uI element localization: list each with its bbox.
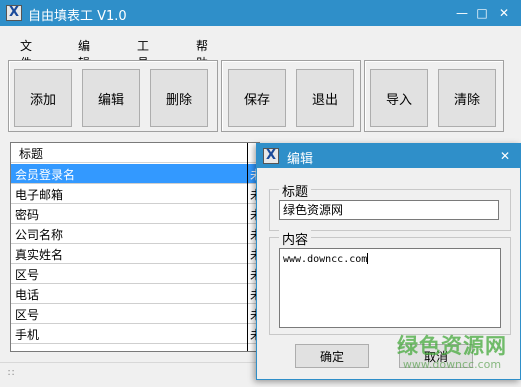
- resize-grip-icon[interactable]: ∷: [8, 368, 14, 379]
- row-title: 电话: [15, 288, 40, 302]
- watermark-url: www.downcc.com: [402, 358, 502, 371]
- title-bar[interactable]: X 自由填表工 V1.0 — □ ✕: [0, 0, 521, 26]
- title-group-label: 标题: [279, 181, 312, 200]
- row-title: 密码: [15, 208, 40, 222]
- ok-button[interactable]: 确定: [295, 344, 369, 368]
- content-textarea[interactable]: www.downcc.com: [279, 248, 501, 328]
- row-title: 电子邮箱: [15, 188, 64, 202]
- delete-button[interactable]: 删除: [150, 69, 208, 127]
- table-row[interactable]: 密码 未: [11, 204, 259, 224]
- table-row[interactable]: 公司名称 未: [11, 224, 259, 244]
- content-text: www.downcc.com: [283, 253, 369, 265]
- close-button[interactable]: ✕: [494, 3, 514, 23]
- close-icon: ✕: [499, 149, 511, 163]
- row-title: 公司名称: [15, 228, 64, 242]
- row-title: 区号: [15, 308, 40, 322]
- table-row[interactable]: 手机 未: [11, 324, 259, 344]
- table-row[interactable]: 电子邮箱 未: [11, 184, 259, 204]
- exit-button[interactable]: 退出: [296, 69, 354, 127]
- row-title: 区号: [15, 268, 40, 282]
- clear-button[interactable]: 清除: [438, 69, 496, 127]
- save-button[interactable]: 保存: [228, 69, 286, 127]
- maximize-icon: □: [476, 6, 488, 20]
- watermark-logo: 绿色资源网 www.downcc.com: [384, 330, 520, 371]
- list-header: 标题: [11, 143, 259, 163]
- table-row[interactable]: 真实姓名 未: [11, 244, 259, 264]
- row-title: 手机: [15, 328, 40, 342]
- record-list[interactable]: 标题 会员登录名 未 电子邮箱 未 密码 未 公司名称 未 真实姓名 未 区号 …: [10, 142, 260, 352]
- close-icon: ✕: [498, 6, 510, 20]
- toolbar-group-record: 添加 编辑 删除: [8, 60, 218, 132]
- toolbar-group-file: 保存 退出: [221, 60, 361, 132]
- dialog-logo-icon: X: [263, 148, 279, 164]
- import-button[interactable]: 导入: [370, 69, 428, 127]
- table-row[interactable]: 会员登录名 未: [11, 164, 259, 184]
- watermark-text: 绿色资源网: [397, 334, 507, 358]
- row-title: 真实姓名: [15, 248, 64, 262]
- app-logo-icon: X: [6, 5, 22, 21]
- title-input[interactable]: 绿色资源网: [279, 200, 499, 220]
- column-header-title[interactable]: 标题: [19, 145, 43, 162]
- dialog-close-button[interactable]: ✕: [496, 147, 514, 165]
- minimize-button[interactable]: —: [452, 3, 472, 23]
- dialog-title: 编辑: [287, 152, 314, 167]
- table-row[interactable]: 电话 未: [11, 284, 259, 304]
- column-divider[interactable]: [247, 143, 248, 351]
- content-group-label: 内容: [279, 229, 312, 248]
- toolbar-group-data: 导入 清除: [364, 60, 504, 132]
- table-row[interactable]: 区号 未: [11, 264, 259, 284]
- dialog-title-bar[interactable]: X 编辑 ✕: [257, 144, 520, 168]
- minimize-icon: —: [456, 6, 468, 20]
- row-title: 会员登录名: [15, 168, 76, 182]
- text-caret: [367, 253, 369, 264]
- maximize-button[interactable]: □: [472, 3, 492, 23]
- table-row[interactable]: 区号 未: [11, 304, 259, 324]
- window-title: 自由填表工 V1.0: [28, 9, 127, 24]
- edit-button[interactable]: 编辑: [82, 69, 140, 127]
- add-button[interactable]: 添加: [14, 69, 72, 127]
